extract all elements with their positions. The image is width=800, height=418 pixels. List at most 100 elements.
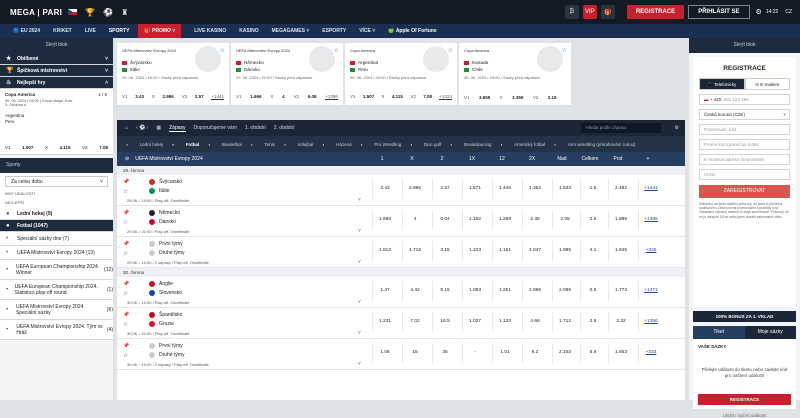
tab-email[interactable]: ✉ E-mailem (744, 78, 790, 90)
pin-icon[interactable]: 📌 (123, 343, 129, 349)
home-icon[interactable]: ⌂ (125, 125, 128, 131)
chevron-down-icon[interactable]: ˅ (358, 197, 361, 203)
sport-list-item[interactable]: ● Fotbal (1047) (0, 220, 113, 232)
sport-list-item[interactable]: • UEFA Mistrovství Evropy 2024. Tým vs Hr… (0, 320, 113, 340)
top-match-card[interactable]: ☆ UEFA Mistrovství Evropy 2024 Švýcarsko It… (117, 43, 229, 105)
odd-cell[interactable]: 1.027 (462, 312, 487, 332)
login-button[interactable]: PŘIHLÁSIT SE (688, 5, 750, 19)
odd-cell[interactable]: 1.945 (608, 241, 633, 261)
more-markets-link[interactable]: +333 (638, 343, 663, 363)
odd-cell[interactable]: 3.15 (432, 241, 457, 261)
star-icon[interactable]: ☆ (123, 352, 128, 359)
nav-promo[interactable]: 🎁 PROMO ˅ (138, 24, 182, 38)
odd-cell[interactable]: 1.47 (372, 281, 397, 301)
more-markets-link[interactable]: +1356 (638, 312, 663, 332)
more-markets-link[interactable]: +1324 (439, 94, 452, 100)
nav-megagames[interactable]: MEGAGAMES ˅ (272, 28, 310, 34)
odd-cell[interactable]: 3.43 (372, 179, 397, 199)
star-icon[interactable]: ☆ (220, 47, 225, 54)
odd-cell[interactable]: 4 (402, 210, 427, 230)
pin-icon[interactable]: 📌 (123, 312, 129, 318)
odd-cell[interactable]: 1.773 (608, 281, 633, 301)
odd-cell[interactable]: 15 (402, 343, 427, 363)
sport-tab[interactable]: ◐ Americký fotbal (501, 142, 545, 147)
sport-tab[interactable]: ◐ Disc golf (410, 142, 441, 147)
odd-cell[interactable]: 16.5 (432, 312, 457, 332)
hide-block-left[interactable]: Skrýt blok (0, 38, 113, 53)
pin-icon[interactable]: 📌 (123, 241, 129, 247)
tab-phone[interactable]: 📱 Telefonicky (699, 78, 745, 90)
odd-cell[interactable]: 1.01 (492, 343, 517, 363)
nav-esporty[interactable]: ESPORTY (322, 28, 346, 34)
odd-value[interactable]: 1.666 (250, 94, 261, 100)
featured-match[interactable]: Copa America 1 / 5 30. 06. 2024 | 03:00 … (0, 89, 113, 155)
table-row[interactable]: 📌 ☆ Německo Dánsko 29.06. / 22:00 / Play-off… (117, 206, 685, 237)
odd-cell[interactable]: 1.083 (462, 281, 487, 301)
collapse-icon[interactable]: ⊖ (125, 156, 129, 162)
nav-eu2024[interactable]: 🔵 EU 2024 (13, 28, 40, 34)
odd-cell[interactable]: 5.5 (580, 343, 605, 363)
more-markets-link[interactable]: +1386 (325, 94, 338, 100)
currency-select[interactable]: Česká koruna (CZK) ˅ (699, 109, 790, 120)
table-row[interactable]: 📌 ☆ První týmy Druhé týmy 29.06. / 19:00 / 2… (117, 237, 685, 268)
team2[interactable]: Slovensko (149, 290, 182, 296)
nav-kriket[interactable]: KRIKET (53, 28, 72, 34)
odd-cell[interactable]: 4.68 (522, 312, 547, 332)
favorites-row[interactable]: ★ Oblíbené ˅ (0, 53, 113, 65)
sport-tab[interactable]: ◐ Pro Wrestling (361, 142, 402, 147)
odd-cell[interactable]: 2.482 (608, 179, 633, 199)
best-games-row[interactable]: ♨ Nejlepší hry ˄ (0, 77, 113, 89)
hide-block-right[interactable]: Skrýt blok (689, 38, 800, 53)
odd-cell[interactable]: 2.096 (552, 281, 577, 301)
settings-icon[interactable]: ⚙ (675, 125, 679, 131)
star-icon[interactable]: ☆ (448, 47, 453, 54)
tab-period1[interactable]: 1. období (245, 125, 266, 131)
sport-list-item[interactable]: ● Lední hokej (9) (0, 208, 113, 220)
sport-list-item[interactable]: • UEFA European Championship 2024. Winner… (0, 260, 113, 280)
promo-code-input[interactable]: Promo kód (pokud jej máte) (699, 139, 790, 150)
nav-live[interactable]: LIVE (85, 28, 96, 34)
sport-list-item[interactable]: • UEFA European Championship 2024. Statis… (0, 280, 113, 300)
featured-pager[interactable]: 1 / 5 (98, 92, 107, 97)
nav-sporty[interactable]: SPORTY (109, 28, 130, 34)
odd-cell[interactable]: 1.5 (580, 179, 605, 199)
odd-value[interactable]: 7.08 (423, 94, 432, 100)
odd-value[interactable]: 3.355 (512, 95, 523, 100)
sport-tab[interactable]: ◐ Házená (322, 142, 351, 147)
sport-list-item[interactable]: • UEFA Mistrovství Evropy 2024. Speciální… (0, 300, 113, 320)
odd-cell[interactable]: 2.047 (522, 241, 547, 261)
team2[interactable]: Gruzie (149, 321, 174, 327)
sport-tab[interactable]: ◐ Breakdancing (450, 142, 491, 147)
team1[interactable]: Anglie (149, 281, 173, 287)
star-icon[interactable]: ☆ (123, 188, 128, 195)
star-icon[interactable]: ☆ (123, 290, 128, 297)
pin-icon[interactable]: 📌 (123, 210, 129, 216)
odd-cell[interactable]: 1.162 (462, 210, 487, 230)
gift-icon[interactable]: 🎁 (600, 5, 615, 19)
top-match-card[interactable]: ☆ Copa America Kanada Chile 30. 06. 2024 / 0… (459, 43, 571, 105)
save-load-events[interactable]: Uložit / načíst události (689, 413, 800, 418)
top-match-card[interactable]: ☆ Copa America Argentina Peru 30. 06. 2024 /… (345, 43, 457, 105)
logo[interactable]: MEGA | PARI (10, 8, 62, 17)
sport-list-item[interactable]: • Speciální sázky dne (7) (0, 232, 113, 246)
odd-value[interactable]: 1.507 (363, 94, 374, 100)
odd-cell[interactable]: 2.896 (522, 281, 547, 301)
odd-cell[interactable]: - (462, 343, 487, 363)
odd-cell[interactable]: 9.2 (522, 343, 547, 363)
calendar-icon[interactable]: ▦ (156, 125, 161, 131)
sport-tab[interactable]: ◐ Arm wrestling (přetahování rukou) (554, 142, 636, 147)
email-input[interactable]: E-mailová adresa (nepovinné) (699, 154, 790, 165)
odd-value[interactable]: 4.115 (392, 94, 403, 100)
odd-cell[interactable]: 1.223 (462, 241, 487, 261)
more-markets-link[interactable]: +1386 (638, 210, 663, 230)
odd-cell[interactable]: 4.42 (402, 281, 427, 301)
team2[interactable]: Dánsko (149, 219, 176, 225)
arrows-icon[interactable]: ‹ ⚽ › (136, 125, 148, 131)
odd-cell[interactable]: 2.35 (522, 210, 547, 230)
odd-cell[interactable]: 1.231 (372, 312, 397, 332)
team1[interactable]: Německo (149, 210, 180, 216)
football-icon[interactable]: ⚽ (103, 8, 113, 17)
chevron-down-icon[interactable]: ˅ (358, 228, 361, 234)
tab-my-bets[interactable]: Moje sázky (745, 326, 797, 339)
odd-cell[interactable]: 1.633 (552, 179, 577, 199)
